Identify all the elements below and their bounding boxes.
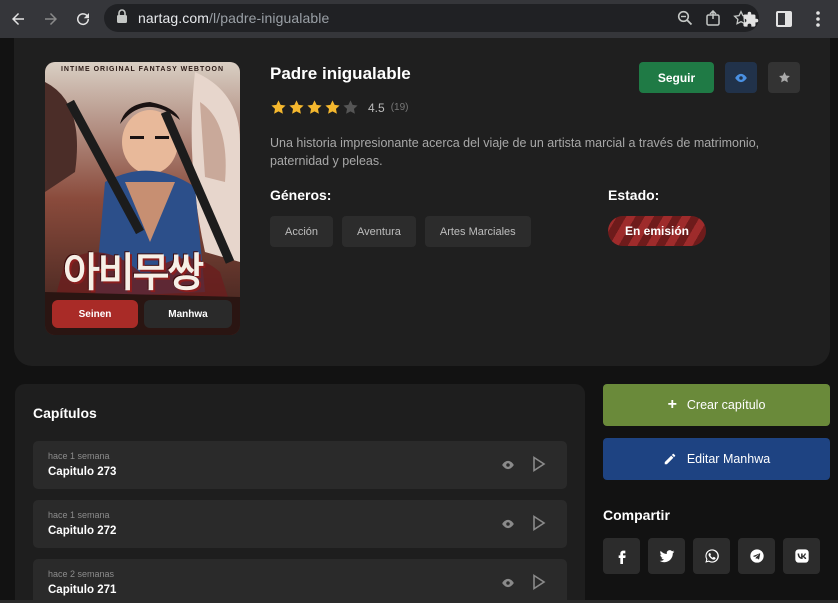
chapter-time: hace 1 semana xyxy=(48,451,110,461)
edit-manhwa-button[interactable]: Editar Manhwa xyxy=(603,438,830,480)
watch-button[interactable] xyxy=(725,62,757,93)
manga-description: Una historia impresionante acerca del vi… xyxy=(270,136,760,168)
follow-button[interactable]: Seguir xyxy=(639,62,714,93)
share-buttons xyxy=(603,538,820,574)
star-half-icon[interactable] xyxy=(342,99,359,116)
eye-icon[interactable] xyxy=(501,576,515,590)
edit-manhwa-label: Editar Manhwa xyxy=(686,452,771,466)
pencil-icon xyxy=(663,452,677,466)
chapter-row[interactable]: hace 1 semana Capitulo 272 xyxy=(33,500,567,548)
url-host: nartag.com xyxy=(138,10,210,26)
reload-icon[interactable] xyxy=(70,6,96,32)
badge-type[interactable]: Manhwa xyxy=(144,300,232,328)
star-full-icon[interactable] xyxy=(306,99,323,116)
play-icon[interactable] xyxy=(532,574,546,590)
eye-icon[interactable] xyxy=(501,458,515,472)
badge-demographic[interactable]: Seinen xyxy=(52,300,138,328)
whatsapp-icon[interactable] xyxy=(693,538,730,574)
chapters-panel: Capítulos hace 1 semana Capitulo 273 hac… xyxy=(15,384,585,603)
status-badge: En emisión xyxy=(608,216,706,246)
eye-icon[interactable] xyxy=(501,517,515,531)
status-label: Estado: xyxy=(608,187,660,203)
plus-icon: + xyxy=(667,396,677,413)
rating-count: (19) xyxy=(390,102,409,113)
rating-value: 4.5 xyxy=(368,100,385,115)
create-chapter-button[interactable]: + Crear capítulo xyxy=(603,384,830,426)
address-bar[interactable]: nartag.com/l/padre-inigualable xyxy=(104,4,759,32)
cover-tagline: INTIME ORIGINAL FANTASY WEBTOON xyxy=(60,66,225,73)
forward-icon[interactable] xyxy=(38,6,64,32)
url-path: /l/padre-inigualable xyxy=(209,10,330,26)
chapter-row[interactable]: hace 2 semanas Capitulo 271 xyxy=(33,559,567,603)
favorite-button[interactable] xyxy=(768,62,800,93)
chapter-name: Capitulo 273 xyxy=(48,466,117,478)
share-title: Compartir xyxy=(603,507,670,523)
manga-title: Padre inigualable xyxy=(270,64,411,83)
extensions-icon[interactable] xyxy=(740,9,760,29)
cover-title-art: 아비무쌍 xyxy=(63,250,204,296)
star-full-icon[interactable] xyxy=(288,99,305,116)
rating-stars[interactable]: 4.5 (19) xyxy=(270,99,408,116)
play-icon[interactable] xyxy=(532,456,546,472)
cover-image[interactable]: INTIME ORIGINAL FANTASY WEBTOON 아비무쌍 xyxy=(45,62,240,335)
more-menu-icon[interactable] xyxy=(808,9,828,29)
eye-icon xyxy=(735,73,747,82)
chapter-name: Capitulo 272 xyxy=(48,525,117,537)
play-icon[interactable] xyxy=(532,515,546,531)
chapters-title: Capítulos xyxy=(33,405,97,421)
chapter-name: Capitulo 271 xyxy=(48,584,117,596)
share-page-icon[interactable] xyxy=(703,8,723,28)
back-icon[interactable] xyxy=(5,6,31,32)
url-text: nartag.com/l/padre-inigualable xyxy=(138,10,329,26)
genres-label: Géneros: xyxy=(270,187,332,203)
chapter-row[interactable]: hace 1 semana Capitulo 273 xyxy=(33,441,567,489)
create-chapter-label: Crear capítulo xyxy=(686,398,766,412)
facebook-icon[interactable] xyxy=(603,538,640,574)
twitter-icon[interactable] xyxy=(648,538,685,574)
zoom-icon[interactable] xyxy=(675,8,695,28)
star-full-icon[interactable] xyxy=(324,99,341,116)
manga-header-card: INTIME ORIGINAL FANTASY WEBTOON 아비무쌍 Sei… xyxy=(14,38,830,366)
lock-icon xyxy=(116,8,128,28)
telegram-icon[interactable] xyxy=(738,538,775,574)
star-icon xyxy=(778,72,790,83)
genre-chip[interactable]: Aventura xyxy=(342,216,416,247)
vk-icon[interactable] xyxy=(783,538,820,574)
genre-list: Acción Aventura Artes Marciales xyxy=(270,216,531,247)
genre-chip[interactable]: Acción xyxy=(270,216,334,247)
browser-toolbar: nartag.com/l/padre-inigualable xyxy=(0,0,838,38)
chapter-time: hace 2 semanas xyxy=(48,569,115,579)
genre-chip[interactable]: Artes Marciales xyxy=(424,216,531,247)
star-full-icon[interactable] xyxy=(270,99,287,116)
side-panel-icon[interactable] xyxy=(774,9,794,29)
chapter-time: hace 1 semana xyxy=(48,510,110,520)
